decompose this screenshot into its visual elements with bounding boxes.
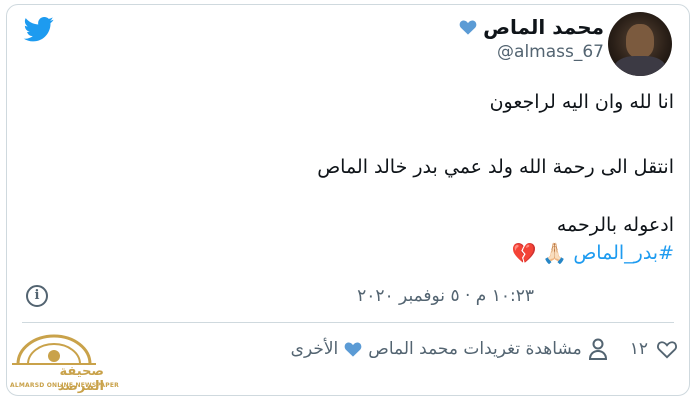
tweet-timestamp[interactable]: ١٠:٢٣ م · ٥ نوفمبر ٢٠٢٠	[357, 286, 534, 306]
tweet-line-2: انتقل الى رحمة الله ولد عمي بدر خالد الم…	[317, 156, 674, 178]
tweet-line-3: ادعوله بالرحمه	[556, 214, 674, 236]
display-name-text: محمد الماص	[483, 15, 604, 39]
more-tweets-suffix: الأخرى	[290, 339, 339, 359]
more-tweets-link[interactable]: مشاهدة تغريدات محمد الماص الأخرى	[291, 338, 608, 360]
heart-outline-icon	[657, 341, 677, 359]
watermark-english: ALMARSD ONLINE NEWSPAPER	[10, 382, 119, 389]
blue-heart-icon	[459, 20, 477, 35]
avatar-shirt	[614, 56, 666, 76]
like-button[interactable]: ١٢	[630, 339, 678, 359]
watermark-arabic: صحيفة المرصد	[57, 364, 104, 394]
person-icon	[588, 338, 607, 360]
twitter-bird-icon[interactable]	[22, 14, 56, 44]
hashtag-line: #بدر_الماص 🙏🏻 💔	[74, 239, 674, 267]
praying-hands-emoji: 🙏🏻	[542, 241, 568, 265]
hashtag-link[interactable]: #بدر_الماص	[573, 239, 674, 267]
display-name[interactable]: محمد الماص	[459, 14, 604, 40]
broken-heart-emoji: 💔	[511, 241, 537, 265]
divider	[22, 322, 674, 323]
user-block[interactable]: محمد الماص @almass_67	[459, 14, 604, 62]
info-icon[interactable]: i	[26, 285, 48, 307]
newspaper-watermark: صحيفة المرصد ALMARSD ONLINE NEWSPAPER	[4, 326, 119, 394]
avatar[interactable]	[608, 12, 672, 76]
watermark-logo-icon	[12, 334, 96, 365]
blue-heart-icon	[344, 342, 362, 357]
like-count: ١٢	[629, 339, 648, 359]
tweet-text: انا لله وان اليه لراجعون انتقل الى رحمة …	[74, 88, 674, 267]
avatar-face	[626, 24, 654, 58]
user-handle[interactable]: @almass_67	[459, 42, 604, 62]
tweet-actions: ١٢ مشاهدة تغريدات محمد الماص الأخرى	[291, 334, 678, 364]
more-tweets-prefix: مشاهدة تغريدات محمد الماص	[368, 339, 582, 359]
tweet-line-1: انا لله وان اليه لراجعون	[489, 91, 674, 113]
